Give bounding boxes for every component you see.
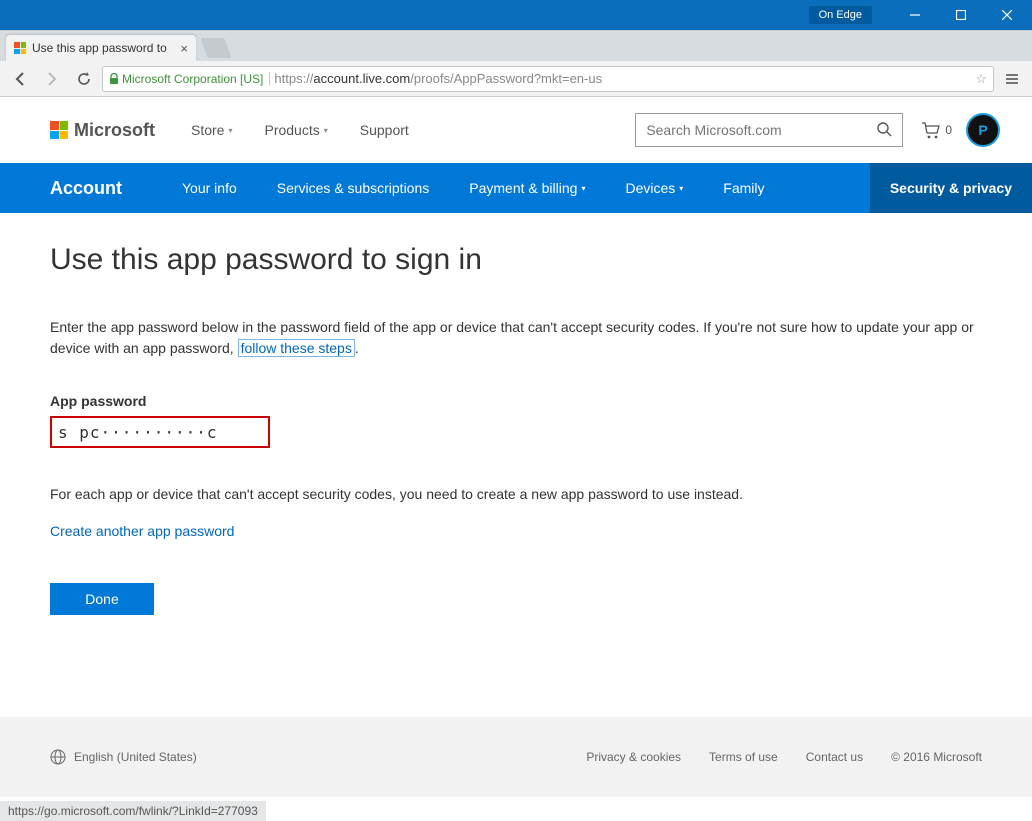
- window-maximize-button[interactable]: [938, 0, 984, 30]
- reload-icon: [76, 71, 92, 87]
- hamburger-icon: [1005, 72, 1019, 86]
- microsoft-logo-icon: [50, 121, 68, 139]
- nav-your-info[interactable]: Your info: [162, 163, 257, 213]
- nav-support[interactable]: Support: [360, 122, 409, 138]
- url-text: https://account.live.com/proofs/AppPassw…: [274, 71, 602, 86]
- browser-toolbar: Microsoft Corporation [US] https://accou…: [0, 61, 1032, 97]
- user-avatar[interactable]: P: [966, 113, 1000, 147]
- nav-services-subscriptions[interactable]: Services & subscriptions: [257, 163, 450, 213]
- forward-button[interactable]: [38, 65, 66, 93]
- chevron-down-icon: ▾: [679, 184, 683, 193]
- chevron-down-icon: ▾: [228, 126, 232, 135]
- done-button[interactable]: Done: [50, 583, 154, 615]
- chevron-down-icon: ▾: [324, 126, 328, 135]
- globe-icon: [50, 749, 66, 765]
- page-viewport: Microsoft Store▾ Products▾ Support 0 P A…: [0, 97, 1032, 821]
- footer-copyright: © 2016 Microsoft: [891, 750, 982, 764]
- create-another-password-link[interactable]: Create another app password: [50, 523, 234, 539]
- minimize-icon: [910, 10, 920, 20]
- follow-steps-link[interactable]: follow these steps: [238, 339, 355, 357]
- app-password-label: App password: [50, 391, 982, 412]
- new-tab-button[interactable]: [200, 38, 231, 58]
- browser-status-bar: https://go.microsoft.com/fwlink/?LinkId=…: [0, 801, 266, 821]
- browser-menu-button[interactable]: [998, 65, 1026, 93]
- footer-contact-link[interactable]: Contact us: [806, 750, 863, 764]
- chevron-down-icon: ▾: [581, 184, 585, 193]
- cart-button[interactable]: 0: [921, 121, 952, 139]
- ms-favicon-icon: [14, 42, 26, 54]
- site-search[interactable]: [635, 113, 903, 147]
- footer-terms-link[interactable]: Terms of use: [709, 750, 778, 764]
- on-edge-badge: On Edge: [809, 6, 872, 24]
- footer-privacy-link[interactable]: Privacy & cookies: [586, 750, 681, 764]
- microsoft-logo-text: Microsoft: [74, 120, 155, 141]
- ms-global-header: Microsoft Store▾ Products▾ Support 0 P: [0, 97, 1032, 163]
- cart-count: 0: [945, 123, 952, 137]
- maximize-icon: [956, 10, 966, 20]
- nav-security-privacy[interactable]: Security & privacy: [870, 163, 1032, 213]
- search-icon[interactable]: [876, 121, 892, 140]
- body-paragraph-2: For each app or device that can't accept…: [50, 484, 982, 505]
- lock-icon: Microsoft Corporation [US]: [109, 72, 274, 86]
- close-icon: [1002, 10, 1012, 20]
- account-section-label[interactable]: Account: [50, 163, 122, 213]
- main-content: Use this app password to sign in Enter t…: [0, 213, 1032, 645]
- tab-strip: Use this app password to ×: [0, 31, 1032, 61]
- back-arrow-icon: [12, 71, 28, 87]
- microsoft-logo[interactable]: Microsoft: [50, 120, 155, 141]
- app-password-value[interactable]: s pc··········c: [50, 416, 270, 448]
- window-close-button[interactable]: [984, 0, 1030, 30]
- window-minimize-button[interactable]: [892, 0, 938, 30]
- tab-close-button[interactable]: ×: [180, 41, 188, 56]
- tab-title: Use this app password to: [32, 41, 174, 55]
- nav-store[interactable]: Store▾: [191, 122, 232, 138]
- address-bar[interactable]: Microsoft Corporation [US] https://accou…: [102, 66, 994, 92]
- window-titlebar: On Edge: [0, 0, 1032, 30]
- nav-family[interactable]: Family: [703, 163, 784, 213]
- nav-payment-billing[interactable]: Payment & billing ▾: [449, 163, 605, 213]
- nav-products[interactable]: Products▾: [264, 122, 327, 138]
- nav-devices[interactable]: Devices ▾: [605, 163, 703, 213]
- language-selector[interactable]: English (United States): [50, 749, 197, 765]
- search-input[interactable]: [646, 122, 876, 138]
- intro-paragraph: Enter the app password below in the pass…: [50, 317, 982, 359]
- page-title: Use this app password to sign in: [50, 243, 982, 277]
- browser-tab[interactable]: Use this app password to ×: [6, 35, 196, 61]
- bookmark-star-icon[interactable]: ☆: [975, 71, 987, 87]
- cart-icon: [921, 121, 941, 139]
- language-label: English (United States): [74, 750, 197, 764]
- account-nav-bar: Account Your info Services & subscriptio…: [0, 163, 1032, 213]
- forward-arrow-icon: [44, 71, 60, 87]
- ssl-company: Microsoft Corporation [US]: [122, 72, 270, 86]
- browser-frame: Use this app password to × Microsoft Cor…: [0, 30, 1032, 821]
- reload-button[interactable]: [70, 65, 98, 93]
- back-button[interactable]: [6, 65, 34, 93]
- page-footer: English (United States) Privacy & cookie…: [0, 717, 1032, 797]
